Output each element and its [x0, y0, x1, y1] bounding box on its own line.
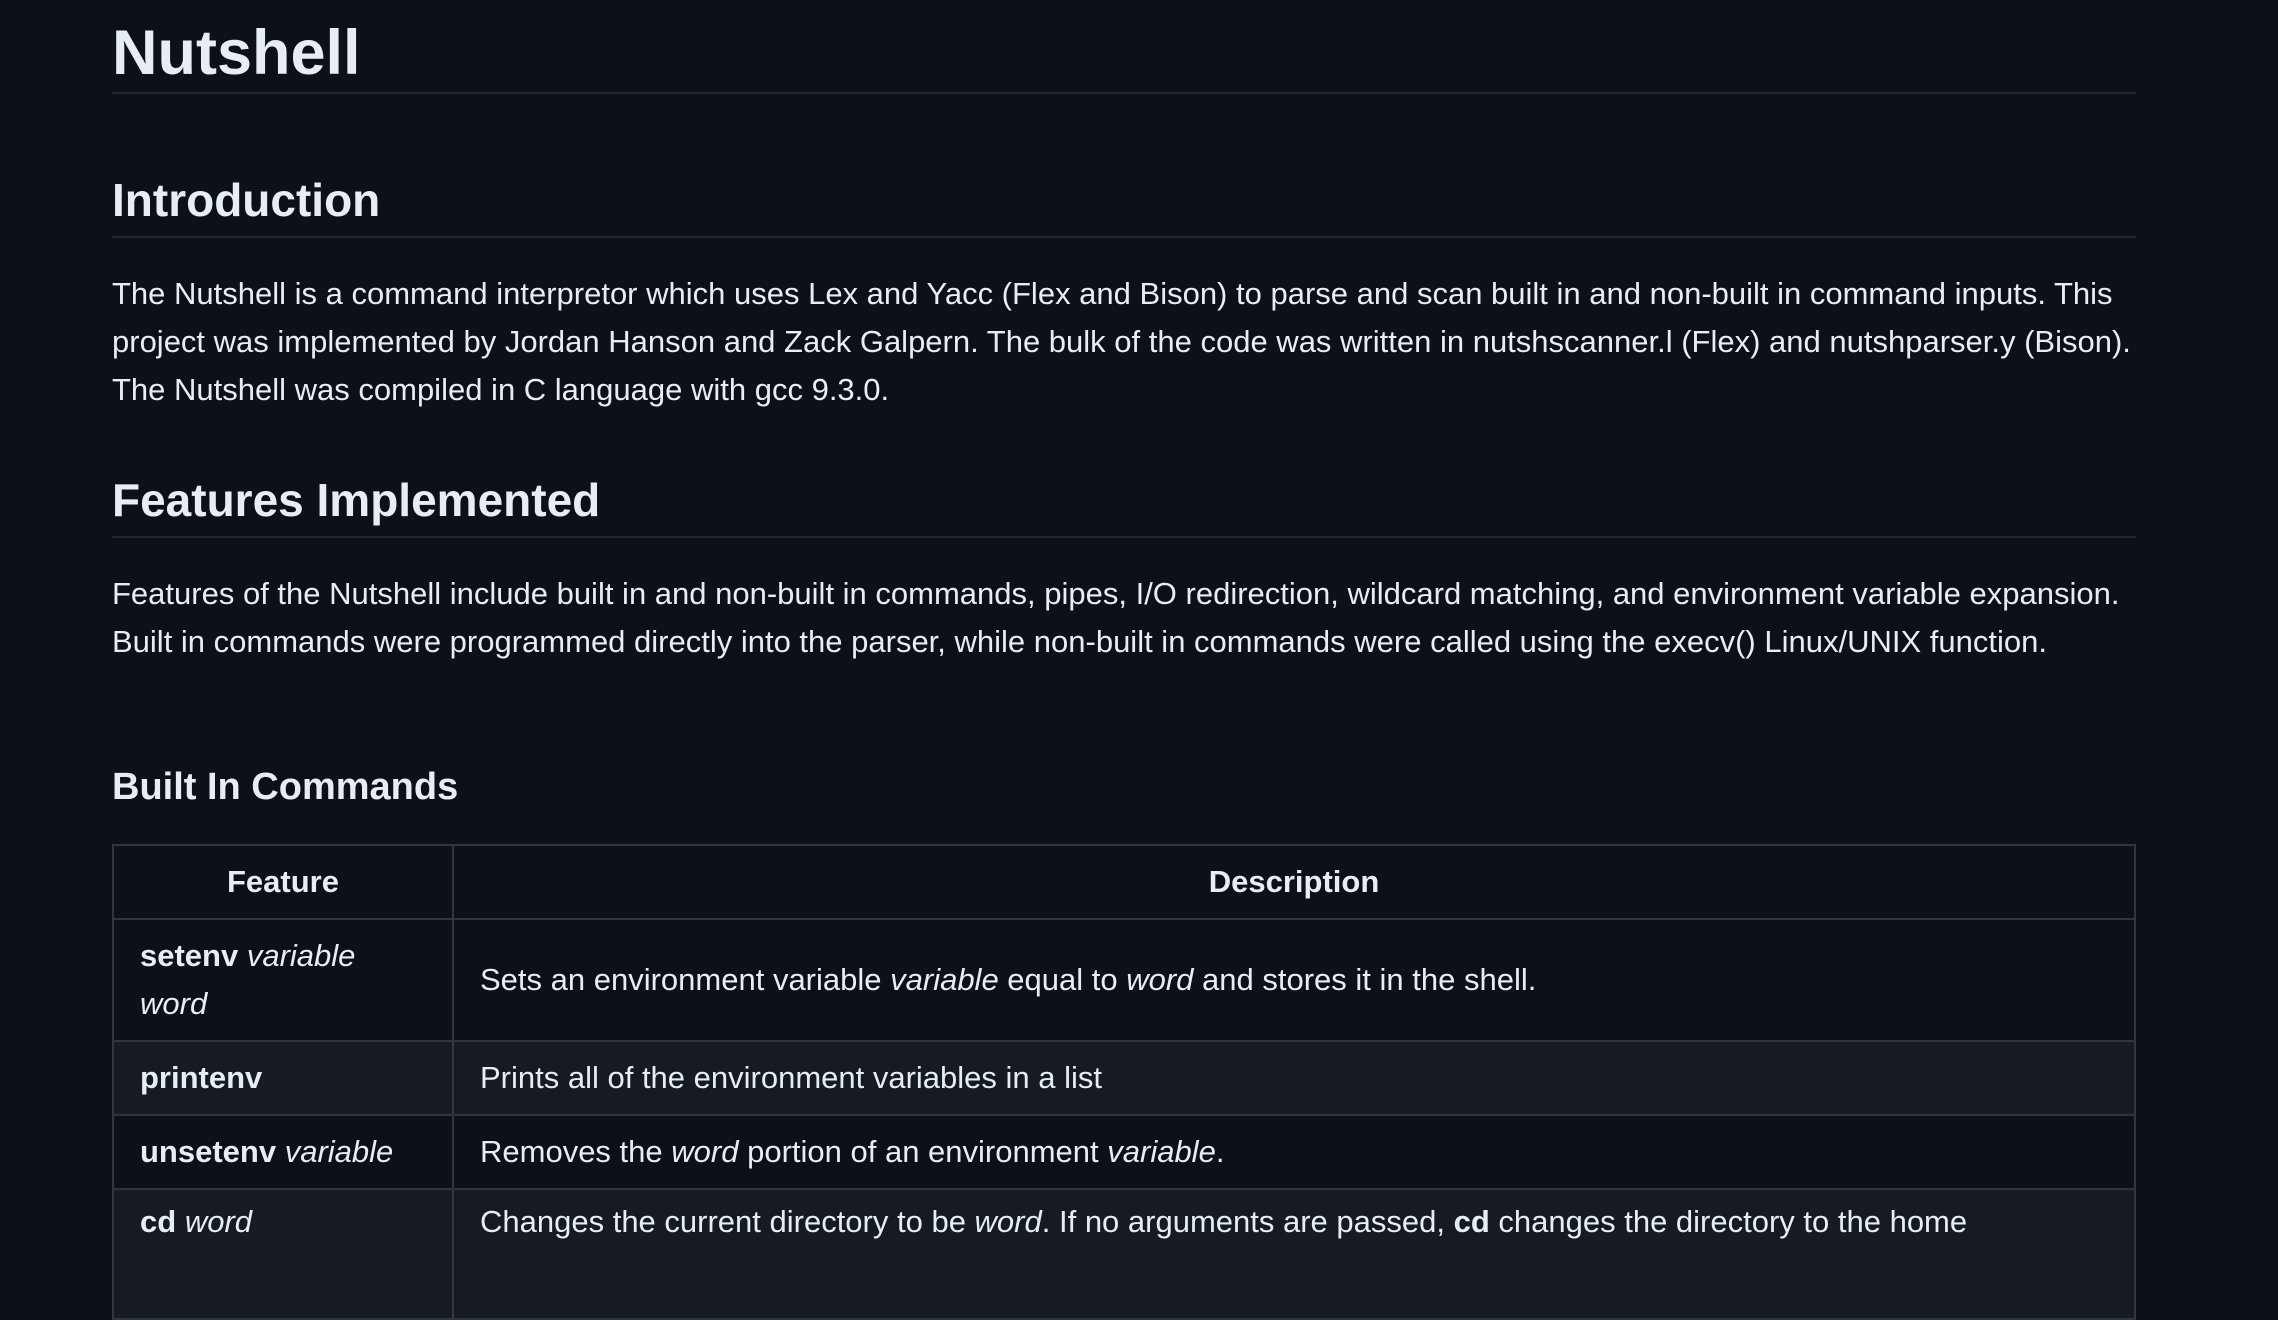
feature-cell: setenv variable word	[112, 918, 454, 1042]
description-text: . If no arguments are passed,	[1041, 1204, 1454, 1239]
description-text: portion of an environment	[738, 1134, 1108, 1169]
table-header-row: Feature Description	[112, 844, 2136, 920]
introduction-heading: Introduction	[112, 163, 2136, 238]
description-text: word	[1126, 962, 1194, 997]
description-text: variable	[890, 962, 999, 997]
readme-content: Nutshell Introduction The Nutshell is a …	[112, 0, 2136, 1320]
feature-cell: printenv	[112, 1040, 454, 1116]
command-name: cd	[140, 1204, 177, 1239]
command-name: setenv	[140, 938, 239, 973]
table-row: printenv Prints all of the environment v…	[112, 1040, 2136, 1116]
description-cell: Sets an environment variable variable eq…	[452, 918, 2136, 1042]
description-cell: Changes the current directory to be word…	[452, 1188, 2136, 1320]
description-text: Changes the current directory to be	[480, 1204, 975, 1239]
table-row: setenv variable word Sets an environment…	[112, 918, 2136, 1042]
description-text: changes the directory to the home	[1489, 1204, 1968, 1239]
page-title: Nutshell	[112, 0, 2136, 94]
description-cell: Prints all of the environment variables …	[452, 1040, 2136, 1116]
description-text: equal to	[998, 962, 1127, 997]
description-text: word	[671, 1134, 739, 1169]
feature-column-header: Feature	[112, 844, 454, 920]
description-cell: Removes the word portion of an environme…	[452, 1114, 2136, 1190]
built-in-commands-table: Feature Description setenv variable word…	[112, 844, 2136, 1320]
description-text: variable	[1107, 1134, 1216, 1169]
description-text: Prints all of the environment variables …	[480, 1060, 1103, 1095]
description-text: Sets an environment variable	[480, 962, 891, 997]
features-paragraph: Features of the Nutshell include built i…	[112, 576, 2120, 659]
description-text: .	[1215, 1134, 1225, 1169]
feature-cell: cd word	[112, 1188, 454, 1320]
feature-cell: unsetenv variable	[112, 1114, 454, 1190]
table-row: cd word Changes the current directory to…	[112, 1188, 2136, 1320]
description-column-header: Description	[452, 844, 2136, 920]
description-text: Removes the	[480, 1134, 672, 1169]
command-name: unsetenv	[140, 1134, 277, 1169]
description-text: cd	[1453, 1204, 1490, 1239]
description-text: word	[974, 1204, 1042, 1239]
features-heading: Features Implemented	[112, 463, 2136, 538]
built-in-commands-heading: Built In Commands	[112, 766, 459, 808]
table-row: unsetenv variable Removes the word porti…	[112, 1114, 2136, 1190]
command-args: variable	[284, 1134, 394, 1169]
introduction-paragraph: The Nutshell is a command interpretor wh…	[112, 276, 2131, 407]
description-text: and stores it in the shell.	[1193, 962, 1537, 997]
command-name: printenv	[140, 1060, 263, 1095]
command-args: word	[184, 1204, 253, 1239]
